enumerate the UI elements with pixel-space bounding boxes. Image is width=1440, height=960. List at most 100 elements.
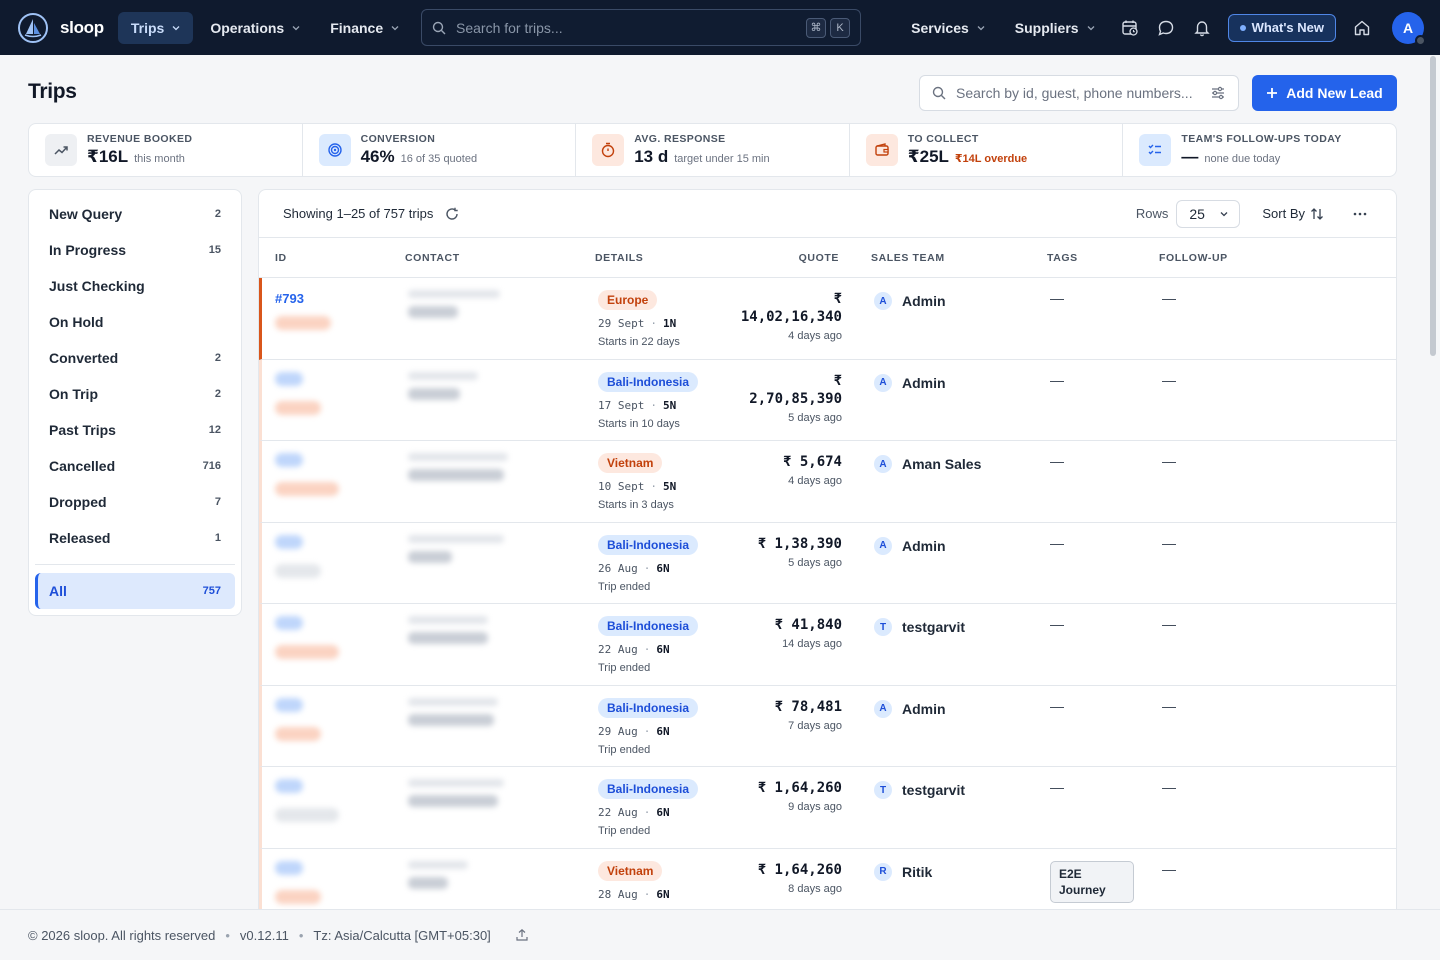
sidebar-item-converted[interactable]: Converted 2 [35,340,235,376]
refresh-icon[interactable] [445,207,459,221]
nav-suppliers[interactable]: Suppliers [1002,12,1108,44]
sidebar-item-in-progress[interactable]: In Progress 15 [35,232,235,268]
footer-version: v0.12.11 [239,927,289,943]
tags-empty: — [1050,697,1064,714]
destination-chip[interactable]: Bali-Indonesia [598,616,699,636]
calendar-clock-icon[interactable] [1112,10,1148,46]
nav-operations[interactable]: Operations [197,12,313,44]
trip-tag[interactable]: E2E Journey [1050,860,1134,903]
sidebar-item-label: On Trip [49,386,98,402]
stat-value: — [1181,147,1199,166]
sidebar-item-on-trip[interactable]: On Trip 2 [35,376,235,412]
sidebar-item-count: 7 [214,496,221,508]
table-row[interactable]: Bali-Indonesia 22 Aug · 6N Trip ended ₹ 41,84… [259,604,1396,686]
table-row[interactable]: Bali-Indonesia 26 Aug · 6N Trip ended ₹ 1,38,… [259,522,1396,604]
sidebar-item-released[interactable]: Released 1 [35,520,235,556]
sales-member[interactable]: testgarvit [902,782,965,798]
blurred-contact-name [408,632,582,644]
sales-member[interactable]: Admin [902,375,946,391]
column-header-follow-up[interactable]: FOLLOW-UP [1145,252,1295,264]
blurred-trip-id [275,697,392,715]
upload-icon[interactable] [515,928,529,942]
sort-by-button[interactable]: Sort By [1262,206,1324,221]
user-avatar[interactable]: A [1392,11,1426,46]
page-scrollbar[interactable] [1428,56,1438,356]
footer-separator: • [298,927,304,943]
column-header-contact[interactable]: CONTACT [389,252,579,264]
column-header-quote[interactable]: QUOTE [719,252,851,264]
column-header-tags[interactable]: TAGS [1029,252,1145,264]
blurred-contact-meta [408,534,582,543]
global-search-input[interactable] [456,19,802,36]
scrollbar-thumb[interactable] [1430,56,1436,356]
sidebar-item-on-hold[interactable]: On Hold [35,304,235,340]
whats-new-button[interactable]: What's New [1227,13,1336,42]
sales-avatar: T [874,618,892,636]
blurred-contact-meta [408,697,582,706]
blurred-contact-name [408,387,582,400]
nav-finance[interactable]: Finance [317,12,412,44]
sidebar-item-count: 716 [202,460,221,472]
brand-name[interactable]: sloop [60,18,104,38]
tags-empty: — [1050,534,1064,551]
destination-chip[interactable]: Europe [598,290,658,310]
destination-chip[interactable]: Bali-Indonesia [598,697,699,718]
lead-search-input[interactable] [956,85,1210,101]
table-row[interactable]: #793 Europe 29 Sept · 1N Starts in 22 days ₹14… [259,278,1396,360]
nav-services[interactable]: Services [898,12,998,44]
sales-member[interactable]: Aman Sales [902,456,981,472]
lead-search[interactable] [919,75,1239,111]
destination-chip[interactable]: Bali-Indonesia [598,779,699,799]
sidebar-item-dropped[interactable]: Dropped 7 [35,484,235,520]
table-row[interactable]: Vietnam 10 Sept · 5N Starts in 3 days ₹ 5,674… [259,441,1396,523]
rows-label: Rows [1135,206,1169,221]
table-row[interactable]: Bali-Indonesia 17 Sept · 5N Starts in 10 day… [259,359,1396,441]
trip-id-link[interactable]: #793 [275,291,304,306]
sales-member[interactable]: testgarvit [902,619,965,635]
chat-icon[interactable] [1148,10,1184,46]
sales-avatar: R [874,862,892,881]
chevron-down-icon [391,25,399,30]
sidebar-item-count: 1 [214,532,221,544]
target-icon [318,134,351,166]
column-header-sales-team[interactable]: SALES TEAM [851,252,1029,264]
sidebar-item-cancelled[interactable]: Cancelled 716 [35,448,235,484]
home-icon[interactable] [1344,10,1380,46]
destination-chip[interactable]: Vietnam [598,453,663,473]
column-header-id[interactable]: ID [259,252,389,264]
table-row[interactable]: Bali-Indonesia 22 Aug · 6N Trip ended ₹ 1,64,… [259,767,1396,849]
sidebar-item-all[interactable]: All 757 [35,573,235,609]
nav-trips[interactable]: Trips [117,11,194,44]
sidebar-item-just-checking[interactable]: Just Checking [35,268,235,304]
quote-age: 4 days ago [788,475,842,487]
sales-member[interactable]: Ritik [902,864,932,880]
destination-chip[interactable]: Vietnam [598,860,663,881]
sidebar-item-past-trips[interactable]: Past Trips 12 [35,412,235,448]
trip-nights: 5N [662,398,677,412]
add-new-lead-button[interactable]: Add New Lead [1252,75,1397,111]
column-header-details[interactable]: DETAILS [579,252,719,264]
more-options-icon[interactable] [1348,212,1372,216]
sales-member[interactable]: Admin [902,701,946,717]
dot-separator: · [650,317,657,330]
tags-empty: — [1050,616,1064,632]
quote-amount: ₹ 41,840 [774,617,842,633]
sales-member[interactable]: Admin [902,538,946,554]
filter-sliders-icon[interactable] [1210,85,1226,101]
shortcut-k-key: K [830,17,850,38]
sidebar-item-count: 12 [208,424,221,436]
tags-empty: — [1050,371,1064,388]
dot-separator: · [643,643,651,656]
quote-age: 5 days ago [788,556,842,569]
rows-per-page-select[interactable]: 25 [1176,199,1241,228]
destination-chip[interactable]: Bali-Indonesia [598,371,699,392]
bell-icon[interactable] [1184,10,1220,46]
search-icon [432,21,446,34]
global-search[interactable]: ⌘ K [421,9,861,46]
sidebar-item-new-query[interactable]: New Query 2 [35,196,235,232]
destination-chip[interactable]: Bali-Indonesia [598,534,699,555]
sales-member[interactable]: Admin [902,293,946,309]
trip-date: 26 Aug [598,561,638,575]
sloop-logo-icon[interactable] [18,12,48,43]
table-row[interactable]: Bali-Indonesia 29 Aug · 6N Trip ended ₹ 78,48… [259,685,1396,767]
